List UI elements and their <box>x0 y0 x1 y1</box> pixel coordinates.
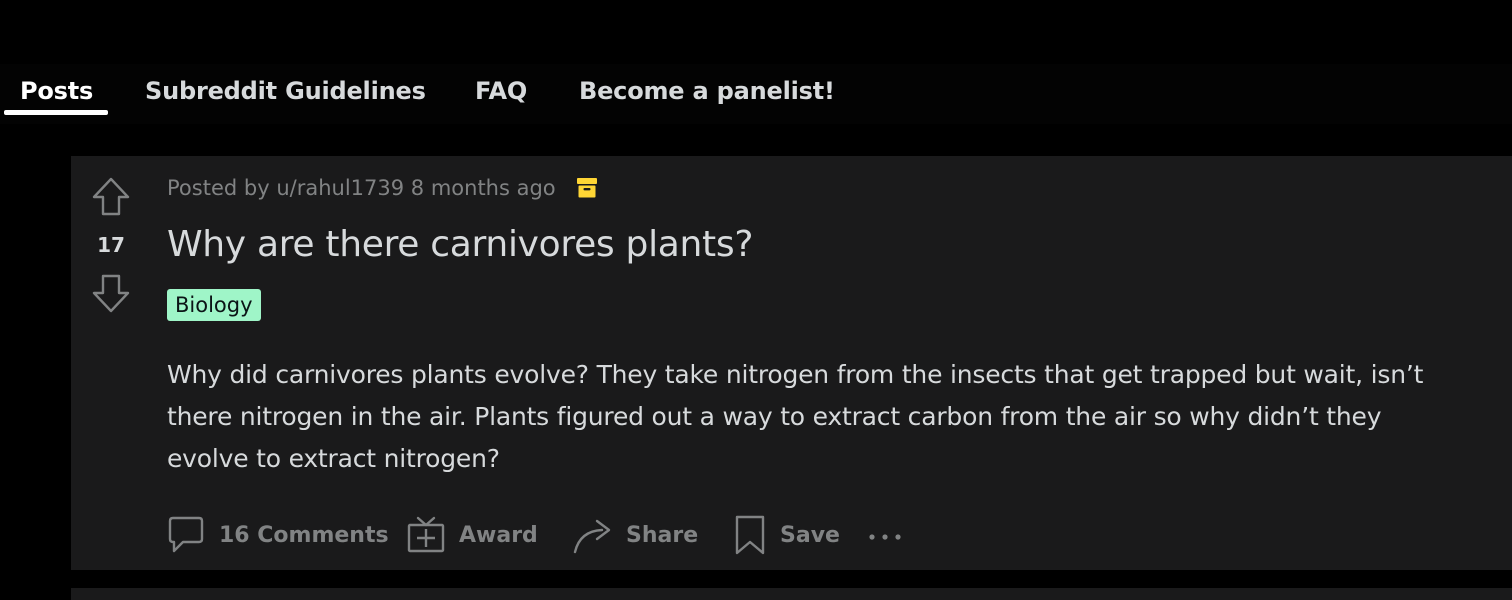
top-bar <box>0 0 1512 64</box>
post-flair[interactable]: Biology <box>167 289 261 321</box>
tab-become-a-panelist[interactable]: Become a panelist! <box>579 74 835 108</box>
post-card[interactable]: 17 Posted by u/rahul1739 8 months ago Wh… <box>71 156 1512 570</box>
vote-score: 17 <box>97 233 125 257</box>
post-body: Why did carnivores plants evolve? They t… <box>167 354 1497 480</box>
next-post-card[interactable] <box>71 588 1512 600</box>
post-body-line: there nitrogen in the air. Plants figure… <box>167 402 1382 431</box>
posted-by-label: Posted by <box>167 176 270 200</box>
save-label: Save <box>780 522 840 548</box>
share-icon <box>572 515 612 555</box>
post-time: 8 months ago <box>410 176 556 200</box>
archive-icon <box>577 177 597 199</box>
post-body-line: evolve to extract nitrogen? <box>167 444 500 473</box>
comments-button[interactable]: 16 Comments <box>167 511 389 559</box>
share-button[interactable]: Share <box>572 511 698 559</box>
post-title[interactable]: Why are there carnivores plants? <box>167 222 1497 268</box>
author-link[interactable]: u/rahul1739 <box>276 176 404 200</box>
comment-icon <box>167 515 205 555</box>
save-button[interactable]: Save <box>734 511 840 559</box>
downvote-button[interactable] <box>91 272 131 316</box>
arrow-up-icon <box>91 176 131 218</box>
tab-posts[interactable]: Posts <box>20 74 93 108</box>
active-tab-indicator <box>4 110 108 115</box>
award-button[interactable]: Award <box>407 511 538 559</box>
comments-label: 16 Comments <box>219 522 389 548</box>
post-meta: Posted by u/rahul1739 8 months ago <box>167 174 556 202</box>
gift-icon <box>407 515 445 555</box>
award-label: Award <box>459 522 538 548</box>
tab-faq[interactable]: FAQ <box>475 74 527 108</box>
more-dots-icon <box>867 523 903 548</box>
post-body-line: Why did carnivores plants evolve? They t… <box>167 360 1424 389</box>
subreddit-tabs: Posts Subreddit Guidelines FAQ Become a … <box>0 64 1512 124</box>
tab-subreddit-guidelines[interactable]: Subreddit Guidelines <box>145 74 426 108</box>
more-options-button[interactable] <box>867 511 903 559</box>
vote-column: 17 <box>71 156 151 570</box>
share-label: Share <box>626 522 699 548</box>
bookmark-icon <box>734 514 766 556</box>
arrow-down-icon <box>91 272 131 314</box>
upvote-button[interactable] <box>91 176 131 220</box>
